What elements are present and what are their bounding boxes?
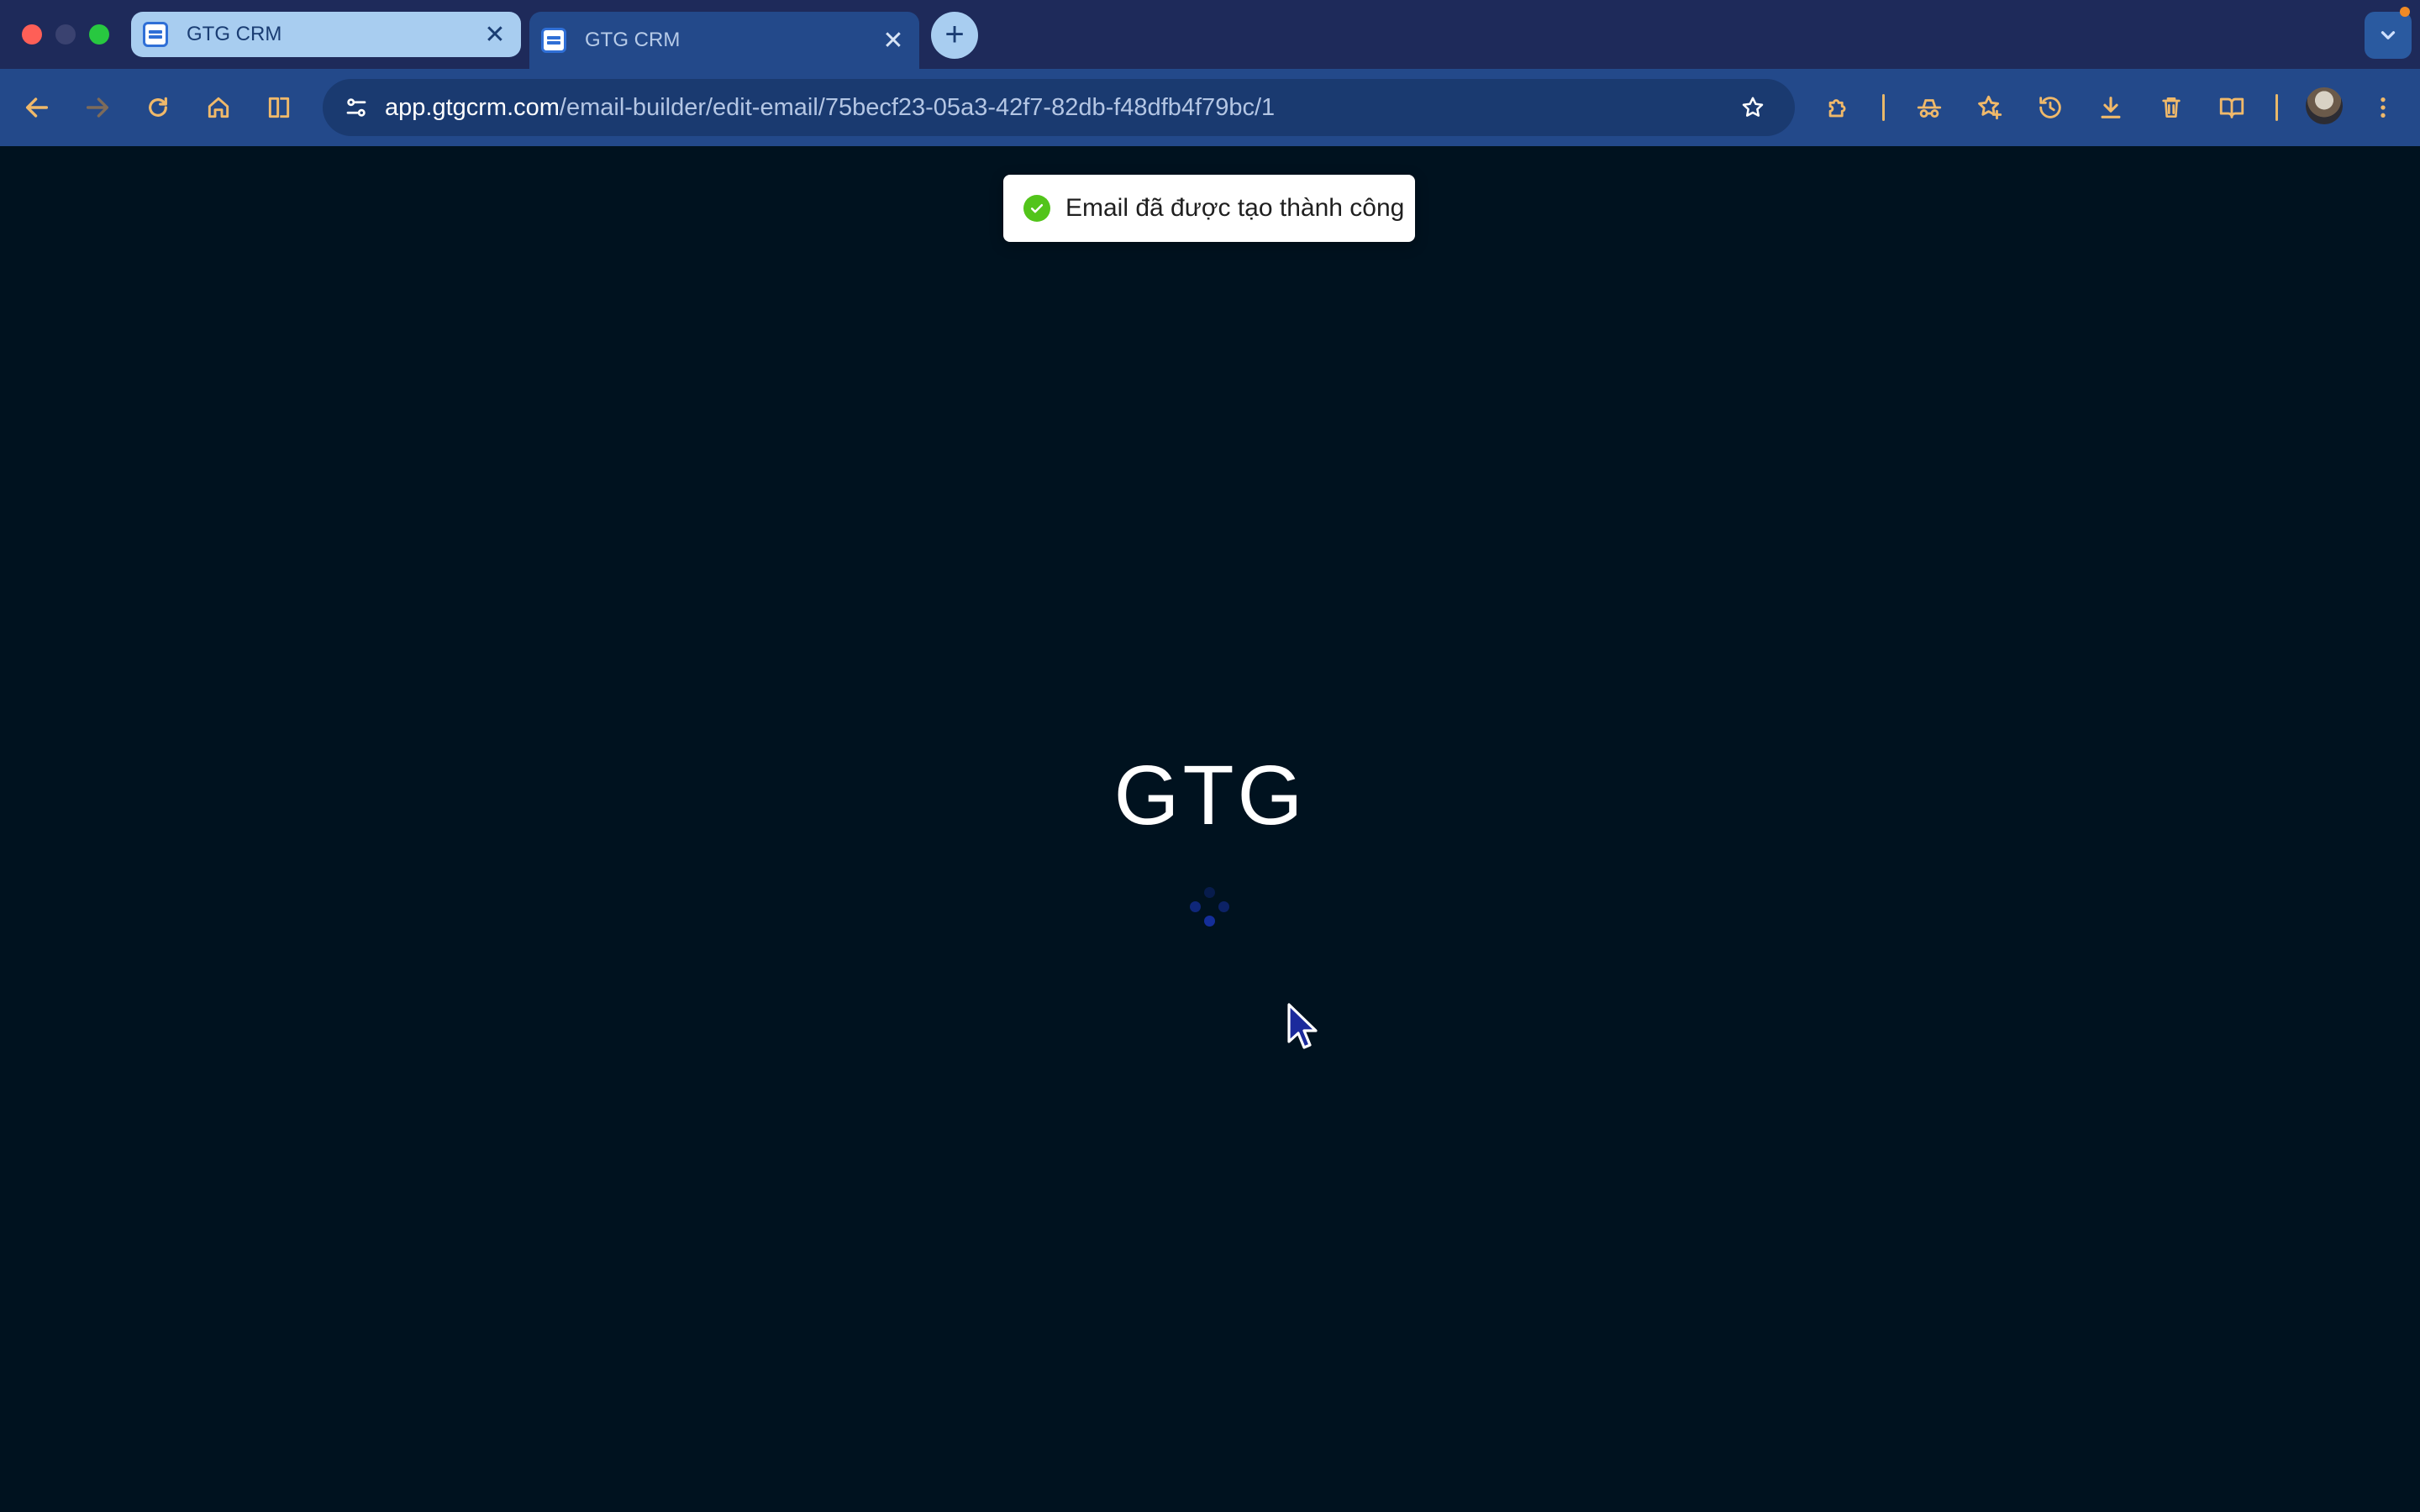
favorites-icon — [1978, 95, 2002, 120]
check-circle-icon — [1023, 195, 1050, 222]
more-menu-button[interactable] — [2363, 87, 2403, 128]
mouse-cursor-icon — [1287, 1003, 1318, 1049]
success-toast: Email đã được tạo thành công — [1003, 175, 1415, 242]
window-zoom-button[interactable] — [89, 24, 109, 45]
forward-icon — [86, 97, 109, 118]
split-view-icon — [268, 97, 290, 118]
history-icon — [2039, 97, 2061, 118]
split-view-button[interactable] — [259, 87, 299, 128]
back-button[interactable] — [17, 87, 57, 128]
bookmark-button[interactable] — [1734, 89, 1771, 126]
browser-toolbar: app.gtgcrm.com/email-builder/edit-email/… — [0, 69, 2420, 146]
browser-tab[interactable]: GTG CRM ✕ — [131, 12, 521, 57]
download-icon — [2101, 97, 2121, 118]
more-menu-icon — [2381, 97, 2386, 118]
tab-close-icon[interactable]: ✕ — [879, 26, 908, 55]
url-text[interactable]: app.gtgcrm.com/email-builder/edit-email/… — [385, 94, 1275, 122]
toolbar-separator — [1882, 94, 1885, 121]
url-host: app.gtgcrm.com — [385, 93, 560, 121]
delete-button[interactable] — [2151, 87, 2191, 128]
reading-list-icon — [2219, 97, 2244, 118]
delete-icon — [2162, 97, 2181, 118]
forward-button[interactable] — [77, 87, 118, 128]
chevron-down-icon — [2381, 31, 2396, 39]
back-icon — [25, 97, 49, 118]
tab-title: GTG CRM — [187, 23, 282, 45]
incognito-button[interactable] — [1909, 87, 1949, 128]
site-info-icon — [346, 98, 366, 117]
toast-message: Email đã được tạo thành công — [1065, 194, 1405, 222]
window-close-button[interactable] — [22, 24, 42, 45]
loading-spinner — [1190, 887, 1230, 927]
home-icon — [208, 97, 229, 118]
reload-icon — [149, 97, 167, 117]
home-button[interactable] — [198, 87, 239, 128]
app-logo: GTG — [1113, 748, 1307, 843]
extensions-button[interactable] — [1818, 87, 1859, 128]
bookmark-star-icon — [1742, 97, 1764, 117]
site-info-button[interactable] — [338, 89, 375, 126]
new-tab-button[interactable]: + — [931, 12, 978, 59]
toolbar-separator — [2275, 94, 2278, 121]
browser-tab-active[interactable]: GTG CRM ✕ — [529, 12, 919, 69]
reload-button[interactable] — [138, 87, 178, 128]
browser-titlebar: GTG CRM ✕ GTG CRM ✕ + — [0, 0, 2420, 69]
tab-title: GTG CRM — [585, 29, 681, 51]
downloads-button[interactable] — [2091, 87, 2131, 128]
tab-search-button[interactable] — [2365, 12, 2412, 59]
address-bar[interactable]: app.gtgcrm.com/email-builder/edit-email/… — [323, 79, 1795, 136]
gtg-favicon-icon — [541, 28, 566, 53]
profile-avatar[interactable] — [2306, 87, 2343, 124]
favorites-button[interactable] — [1970, 87, 2010, 128]
incognito-icon — [1917, 99, 1942, 118]
history-button[interactable] — [2030, 87, 2070, 128]
tab-close-icon[interactable]: ✕ — [481, 20, 509, 49]
url-path: /email-builder/edit-email/75becf23-05a3-… — [559, 93, 1276, 121]
gtg-favicon-icon — [143, 22, 168, 47]
notification-dot — [2400, 7, 2410, 17]
window-minimize-button[interactable] — [55, 24, 76, 45]
extensions-icon — [1828, 99, 1846, 118]
reading-list-button[interactable] — [2212, 87, 2252, 128]
